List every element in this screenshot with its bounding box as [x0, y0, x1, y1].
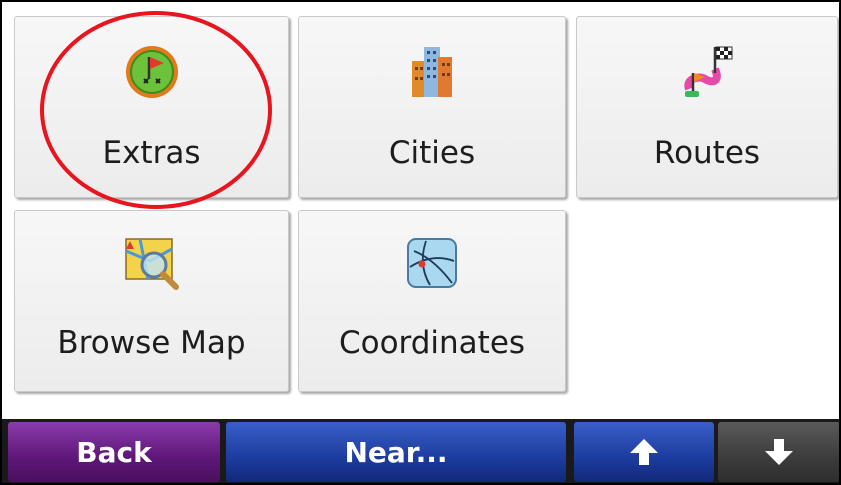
browse-map-label: Browse Map [57, 325, 246, 361]
scroll-up-button[interactable] [574, 422, 714, 482]
city-buildings-icon [412, 47, 452, 97]
coordinates-label: Coordinates [338, 325, 526, 361]
cities-label: Cities [388, 135, 476, 171]
back-button[interactable]: Back [8, 422, 220, 482]
coordinates-globe-icon [407, 238, 457, 288]
near-button[interactable]: Near... [226, 422, 566, 482]
arrow-down-icon [765, 439, 793, 465]
device-screen: Extras Cities Routes Browse Map Coordina… [0, 0, 841, 485]
bottom-bar: Back Near... [2, 419, 839, 483]
arrow-up-icon [630, 439, 658, 465]
route-checkered-flag-icon [684, 46, 733, 97]
extras-label: Extras [102, 135, 201, 171]
browse-map-magnifier-icon [124, 238, 179, 290]
browse-map-button[interactable]: Browse Map [14, 210, 289, 392]
routes-label: Routes [653, 135, 761, 171]
coordinates-button[interactable]: Coordinates [298, 210, 566, 392]
extras-button[interactable]: Extras [14, 16, 289, 198]
cities-button[interactable]: Cities [298, 16, 566, 198]
scroll-down-button[interactable] [718, 422, 839, 482]
extras-flag-icon [125, 46, 178, 98]
routes-button[interactable]: Routes [576, 16, 838, 198]
